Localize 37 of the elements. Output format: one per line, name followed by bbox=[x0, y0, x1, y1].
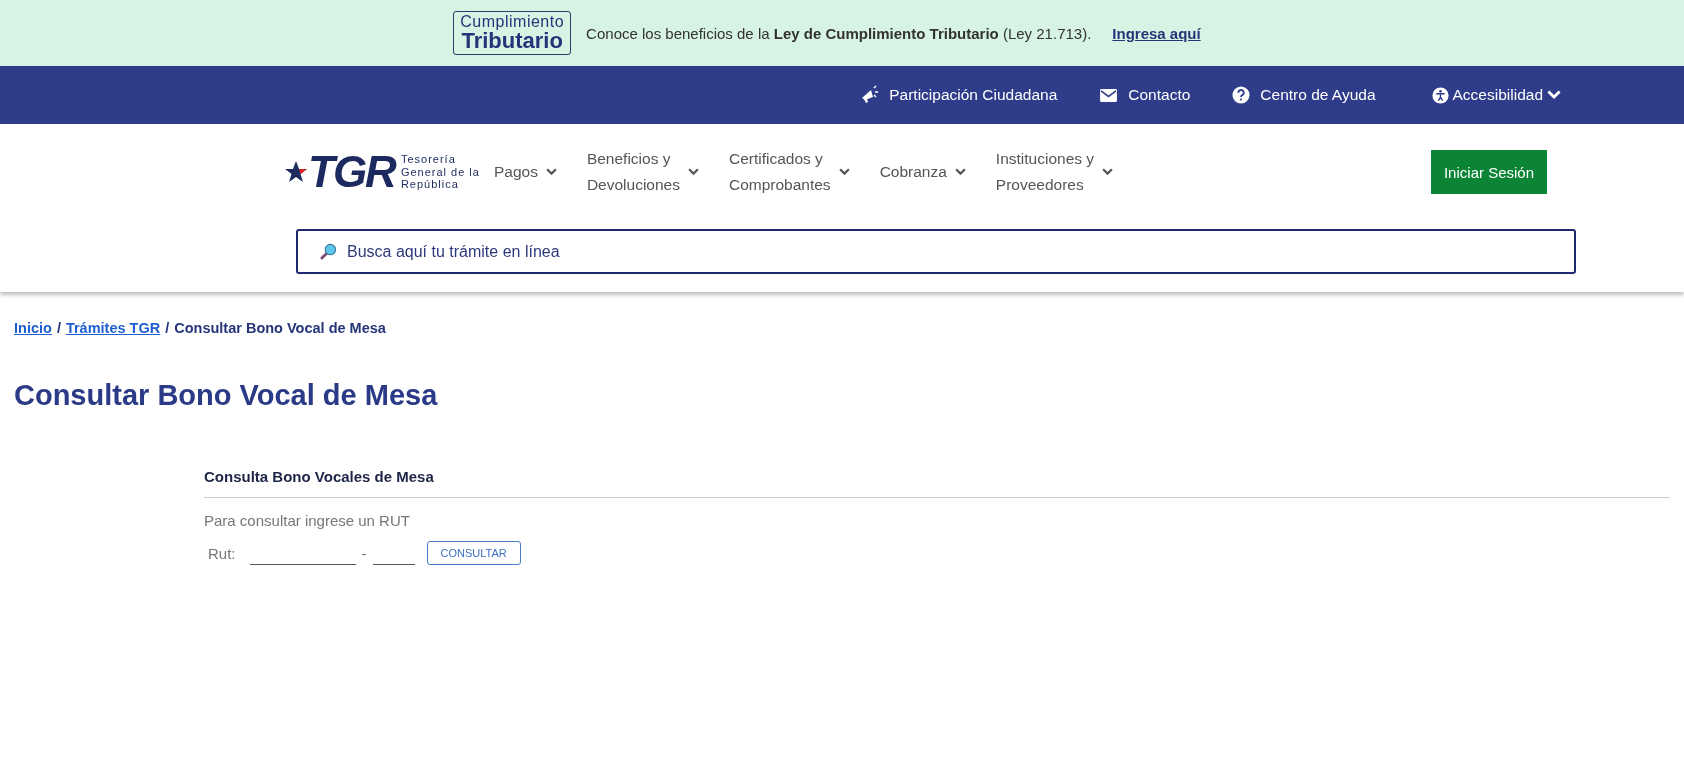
rut-separator: - bbox=[361, 544, 367, 562]
utility-link[interactable]: Participación Ciudadana bbox=[859, 85, 1058, 105]
nav-menu-item[interactable]: Beneficios y Devoluciones bbox=[586, 146, 699, 198]
magnifier-icon bbox=[320, 243, 337, 260]
breadcrumb-link[interactable]: Trámites TGR bbox=[65, 320, 161, 336]
consult-button[interactable]: CONSULTAR bbox=[426, 541, 521, 565]
mail-icon bbox=[1099, 87, 1119, 103]
nav-menu-item[interactable]: Pagos bbox=[493, 159, 557, 185]
breadcrumb-current: Consultar Bono Vocal de Mesa bbox=[174, 320, 386, 336]
caret-icon bbox=[838, 168, 850, 176]
utility-link[interactable]: Accesibilidad bbox=[1431, 86, 1561, 104]
logo-subtitle: Tesorería General de la República bbox=[400, 153, 480, 191]
breadcrumb-link[interactable]: Inicio bbox=[14, 320, 52, 336]
program-logo: Cumplimiento Tributario bbox=[453, 11, 572, 55]
help-icon bbox=[1232, 86, 1251, 104]
nav-menu-item[interactable]: Cobranza bbox=[879, 159, 966, 185]
caret-icon bbox=[687, 168, 699, 176]
utility-link[interactable]: Contacto bbox=[1099, 86, 1191, 104]
nav-menu-item[interactable]: Certificados y Comprobantes bbox=[728, 146, 850, 198]
star-icon bbox=[284, 160, 308, 184]
announcement-text: Conoce los beneficios de la Ley de Cumplimiento Tributario (Ley 21.713). bbox=[586, 24, 1092, 42]
rut-label: Rut: bbox=[208, 544, 236, 562]
nav-menu-item[interactable]: Instituciones y Proveedores bbox=[995, 146, 1114, 198]
logo-wordmark[interactable]: TGR bbox=[308, 147, 395, 197]
search-field[interactable]: Busca aquí tu trámite en línea bbox=[296, 229, 1576, 274]
utility-link[interactable]: Centro de Ayuda bbox=[1232, 86, 1376, 104]
caret-icon bbox=[954, 168, 966, 176]
caret-icon bbox=[1102, 168, 1114, 176]
section-heading: Consulta Bono Vocales de Mesa bbox=[204, 468, 1670, 498]
banner-link[interactable]: Ingresa aquí bbox=[1112, 24, 1201, 42]
page-title: Consultar Bono Vocal de Mesa bbox=[14, 379, 439, 412]
breadcrumb-separator: / bbox=[56, 320, 61, 336]
caret-icon bbox=[545, 168, 557, 176]
breadcrumb-separator: / bbox=[165, 320, 170, 336]
accessibility-icon bbox=[1431, 86, 1449, 104]
login-button[interactable]: Iniciar Sesión bbox=[1430, 150, 1547, 194]
instruction-text: Para consultar ingrese un RUT bbox=[204, 512, 411, 529]
